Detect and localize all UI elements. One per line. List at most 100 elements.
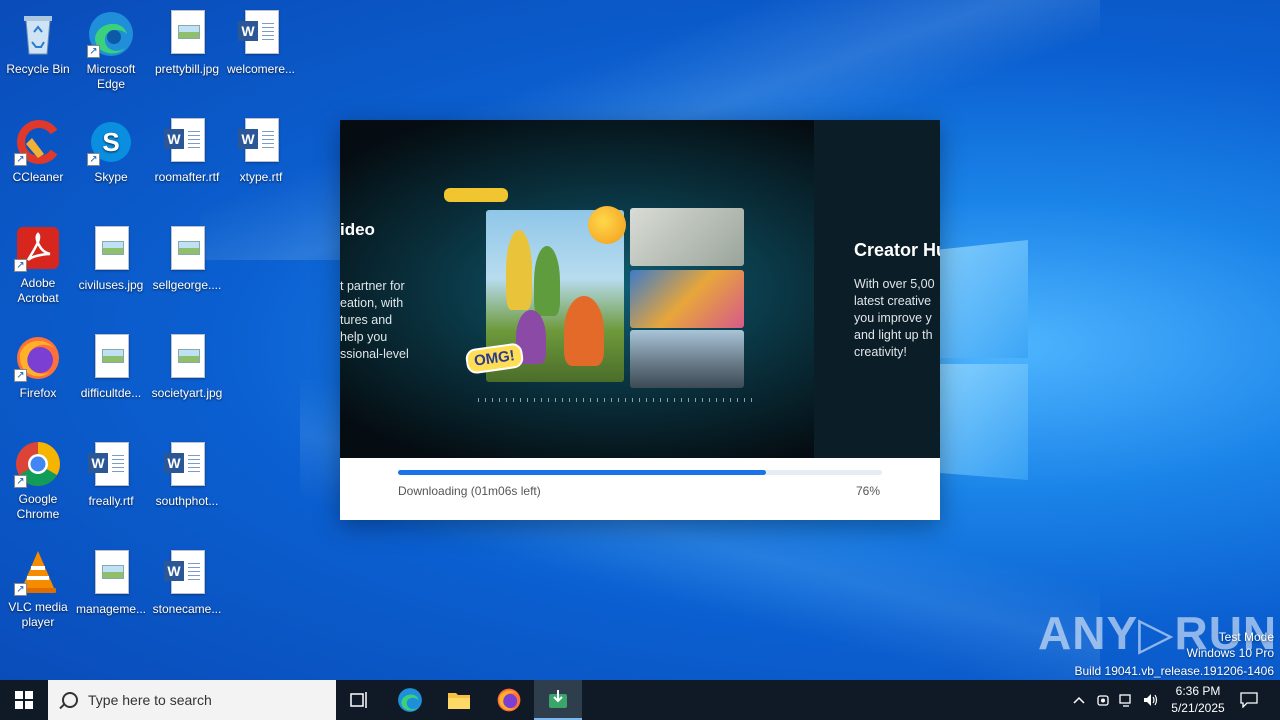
network-button[interactable] [1115, 680, 1139, 720]
task-view-icon [350, 692, 367, 708]
thumbnail-landscape [630, 330, 744, 388]
desktop-icon-label: societyart.jpg [151, 386, 223, 400]
desktop-icon-firefox[interactable]: ↗ Firefox [0, 330, 76, 401]
test-mode-text: Test Mode [1218, 630, 1274, 644]
taskbar-file-explorer-button[interactable] [435, 680, 483, 720]
edge-icon: ↗ [87, 10, 135, 58]
image-file-icon [87, 334, 135, 382]
tray-app-button[interactable] [1092, 680, 1114, 720]
desktop-icon-google-chrome[interactable]: ↗ Google Chrome [0, 436, 76, 522]
windows-edition-text: Windows 10 Pro [1186, 646, 1274, 660]
clock-date: 5/21/2025 [1171, 701, 1225, 715]
word-document-icon: W [163, 550, 211, 598]
raised-arms-sleeve [444, 188, 508, 202]
desktop-icon-recycle-bin[interactable]: Recycle Bin [0, 6, 76, 77]
desktop-icon-welcomere[interactable]: W welcomere... [223, 6, 299, 77]
network-icon [1119, 694, 1131, 707]
taskbar-edge-button[interactable] [386, 680, 434, 720]
desktop-icon-ccleaner[interactable]: ↗ CCleaner [0, 114, 76, 185]
desktop-icon-label: CCleaner [12, 170, 64, 184]
slide-text-previous: t partner for eation, with tures and hel… [340, 279, 409, 361]
slide-title-next: Creator Hu [854, 240, 940, 260]
desktop-icon-vlc-media-player[interactable]: ↗ VLC media player [0, 544, 76, 630]
build-text: Build 19041.vb_release.191206-1406 [1074, 664, 1275, 678]
desktop-icon-adobe-acrobat[interactable]: ↗ Adobe Acrobat [0, 220, 76, 306]
installer-app-icon [549, 690, 567, 708]
thumbnail-friends-circle [630, 270, 744, 328]
taskbar-firefox-button[interactable] [485, 680, 533, 720]
desktop-icon-label: stonecame... [152, 602, 222, 616]
speaker-icon [1144, 694, 1158, 706]
promo-banner: ideo t partner for eation, with tures an… [340, 120, 940, 458]
image-file-icon [87, 226, 135, 274]
download-percent: 76% [855, 484, 880, 498]
word-document-icon: W [163, 118, 211, 166]
acrobat-icon: ↗ [14, 224, 62, 272]
word-document-icon: W [87, 442, 135, 490]
desktop-icon-label: Google Chrome [16, 492, 60, 521]
desktop-icon-societyart[interactable]: societyart.jpg [149, 330, 225, 401]
chevron-up-icon [1073, 696, 1085, 704]
editor-timeline [478, 398, 754, 402]
desktop-icon-label: difficultde... [80, 386, 142, 400]
desktop-icon-manageme[interactable]: manageme... [73, 546, 149, 617]
task-view-button[interactable] [336, 680, 384, 720]
volume-button[interactable] [1139, 680, 1163, 720]
desktop-icon-difficultde[interactable]: difficultde... [73, 330, 149, 401]
desktop-icon-civiluses[interactable]: civiluses.jpg [73, 222, 149, 293]
edge-icon [398, 688, 422, 712]
slide-title-previous: ideo [340, 220, 375, 239]
word-document-icon: W [237, 10, 285, 58]
desktop-icon-roomafter[interactable]: W roomafter.rtf [149, 114, 225, 185]
image-file-icon [163, 10, 211, 58]
tray-app-icon [1097, 695, 1109, 706]
start-button[interactable] [0, 680, 48, 720]
image-file-icon [163, 334, 211, 382]
star-eyes-emoji-sticker [588, 206, 626, 244]
folder-icon [448, 693, 470, 709]
desktop-icon-label: Recycle Bin [6, 62, 70, 76]
desktop-icon-label: xtype.rtf [239, 170, 283, 184]
desktop-icon-label: Adobe Acrobat [17, 276, 59, 305]
taskbar: Type here to search 6:36 PM 5/21/2025 [0, 680, 1280, 720]
desktop-icon-prettybill[interactable]: prettybill.jpg [149, 6, 225, 77]
desktop-icon-skype[interactable]: S ↗ Skype [73, 114, 149, 185]
action-center-button[interactable] [1234, 680, 1264, 720]
desktop-icon-freally[interactable]: W freally.rtf [73, 438, 149, 509]
desktop-icon-sellgeorge[interactable]: sellgeorge.... [149, 222, 225, 293]
notification-icon [1240, 692, 1258, 708]
desktop-icon-label: freally.rtf [88, 494, 134, 508]
desktop-icon-label: manageme... [75, 602, 147, 616]
svg-text:S: S [102, 127, 119, 157]
word-document-icon: W [237, 118, 285, 166]
desktop-icon-southphot[interactable]: W southphot... [149, 438, 225, 509]
search-icon [62, 692, 78, 708]
desktop-icon-microsoft-edge[interactable]: ↗ Microsoft Edge [73, 6, 149, 92]
desktop-icon-xtype[interactable]: W xtype.rtf [223, 114, 299, 185]
ccleaner-icon: ↗ [14, 118, 62, 166]
desktop-icon-stonecame[interactable]: W stonecame... [149, 546, 225, 617]
image-file-icon [87, 550, 135, 598]
show-hidden-icons-button[interactable] [1068, 680, 1090, 720]
download-progress-area: Downloading (01m06s left) 76% [340, 458, 940, 520]
taskbar-search-box[interactable]: Type here to search [48, 680, 336, 720]
desktop-icon-label: civiluses.jpg [78, 278, 144, 292]
wallpaper-windows-logo [940, 240, 1030, 480]
progress-bar-fill [398, 470, 766, 475]
desktop-icon-label: VLC media player [8, 600, 68, 629]
desktop-icon-label: roomafter.rtf [154, 170, 220, 184]
recycle-bin-icon [14, 10, 62, 58]
desktop-icon-label: Firefox [19, 386, 57, 400]
taskbar-clock[interactable]: 6:36 PM 5/21/2025 [1162, 683, 1234, 717]
desktop-icon-label: Skype [94, 170, 128, 184]
image-file-icon [163, 226, 211, 274]
vlc-icon: ↗ [14, 548, 62, 596]
slide-text-next: With over 5,00 latest creative you impro… [854, 277, 935, 359]
taskbar-installer-button[interactable] [534, 680, 582, 720]
installer-window[interactable]: ideo t partner for eation, with tures an… [340, 120, 940, 520]
desktop-icon-label: prettybill.jpg [154, 62, 220, 76]
desktop-icon-label: southphot... [155, 494, 219, 508]
desktop-icon-label: sellgeorge.... [152, 278, 222, 292]
search-placeholder: Type here to search [88, 692, 212, 708]
skype-icon: S ↗ [87, 118, 135, 166]
